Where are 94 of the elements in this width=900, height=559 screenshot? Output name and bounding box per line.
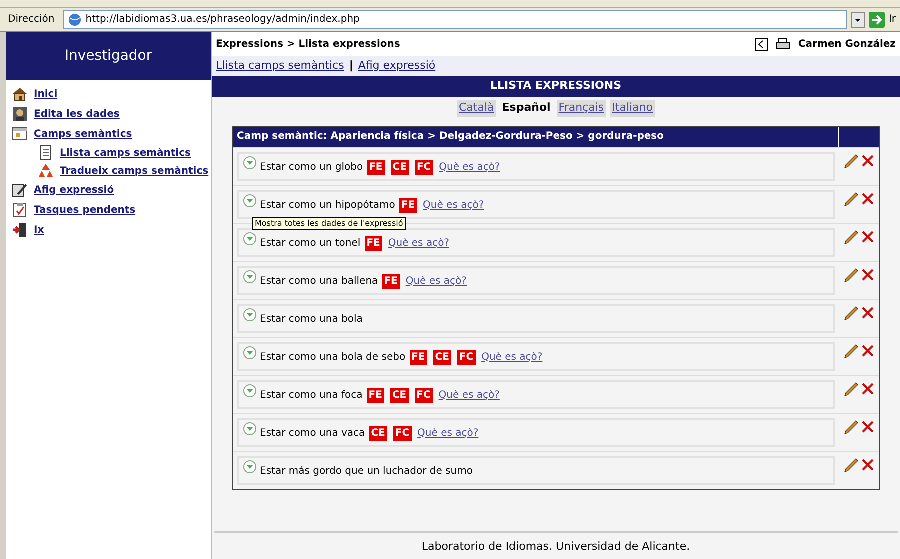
delete-icon[interactable] [860,268,874,282]
door-exit-icon [12,222,28,238]
pencil-icon[interactable] [844,420,858,434]
tag: FE [382,274,400,288]
expand-icon[interactable] [243,156,257,170]
go-button[interactable]: Ir [868,12,896,28]
expression-text: Estar como una vaca [260,426,366,440]
delete-icon[interactable] [860,306,874,320]
language-tab[interactable]: Français [556,100,606,116]
expression-text: Estar como una bola [260,312,363,326]
tag: FC [393,426,412,440]
tag: FE [410,350,428,364]
pencil-icon[interactable] [844,344,858,358]
delete-icon[interactable] [860,458,874,472]
expand-icon[interactable] [243,460,257,474]
header-link[interactable]: Afig expressió [358,58,436,74]
tag: FE [367,160,385,174]
pencil-icon[interactable] [844,230,858,244]
window-icon [12,126,28,142]
tag: FC [414,388,433,402]
tooltip: Mostra totes les dades de l'expressió [252,217,406,230]
user-name: Carmen González [798,38,896,52]
tag: FE [399,198,418,212]
expand-icon[interactable] [243,346,257,360]
tag: FC [457,350,476,364]
sidebar-header: Investigador [6,32,211,80]
recycle-icon [38,163,54,179]
address-field[interactable]: http://labidiomas3.ua.es/phraseology/admin/index.php [62,10,847,29]
language-tab[interactable]: Català [456,100,496,116]
pencil-icon[interactable] [844,306,858,320]
delete-icon[interactable] [860,230,874,244]
sidebar-link[interactable]: Inici [34,86,58,102]
header-link[interactable]: Llista camps semàntics [216,58,344,74]
separator: | [349,58,354,74]
expand-icon[interactable] [243,422,257,436]
sidebar-link[interactable]: Camps semàntics [34,126,132,142]
info-link[interactable]: Què es açò? [423,198,484,212]
expand-icon[interactable] [243,232,257,246]
footer-text: Laboratorio de Idiomas. Universidad de Alicante. [422,538,690,554]
tag: CE [433,350,452,364]
tag: CE [390,388,409,402]
tag: CE [390,160,409,174]
expand-icon[interactable] [243,270,257,284]
breadcrumb: Expressions > Llista expressions [216,38,400,52]
expression-text: Estar como un tonel [260,236,361,250]
sidebar-link[interactable]: Llista camps semàntics [60,146,191,160]
tag: FE [364,236,382,250]
printer-icon[interactable] [776,38,790,50]
tag: FE [366,388,384,402]
clipboard-icon [12,202,28,218]
sidebar-link[interactable]: Tasques pendents [34,202,136,218]
delete-icon[interactable] [860,344,874,358]
info-link[interactable]: Què es açò? [406,274,467,288]
house-icon [12,86,28,102]
expression-text: Estar más gordo que un luchador de sumo [260,464,473,478]
expand-icon[interactable] [243,308,257,322]
expression-text: Estar como un hipopótamo [260,198,396,212]
table-heading: Camp semàntic: Apariencia física > Delgadez-Gordura-Peso > gordura-peso [233,126,839,146]
pencil-icon[interactable] [844,154,858,168]
info-link[interactable]: Què es açò? [418,426,479,440]
pencil-icon[interactable] [844,382,858,396]
expression-text: Estar como una ballena [260,274,378,288]
sidebar-link[interactable]: Ix [34,222,44,238]
expand-icon[interactable] [243,384,257,398]
page-title-bar: LLISTA EXPRESSIONS [212,76,900,97]
sidebar-link[interactable]: Tradueix camps semàntics [60,164,209,178]
address-label: Dirección [7,13,56,27]
expression-text: Estar como una bola de sebo [260,350,406,364]
expand-icon[interactable] [243,194,257,208]
tag: CE [369,426,388,440]
info-link[interactable]: Què es açò? [482,350,543,364]
delete-icon[interactable] [860,382,874,396]
info-link[interactable]: Què es açò? [438,388,500,402]
delete-icon[interactable] [860,420,874,434]
delete-icon[interactable] [860,192,874,206]
info-link[interactable]: Què es açò? [388,236,450,250]
info-link[interactable]: Què es açò? [439,160,500,174]
delete-icon[interactable] [860,154,874,168]
document-icon [38,145,54,161]
globe-icon [68,12,82,26]
sidebar-link[interactable]: Edita les dades [34,106,120,122]
back-icon[interactable] [755,38,768,50]
language-tab[interactable]: Italiano [610,100,655,116]
language-tab[interactable]: Español [500,100,553,116]
pencil-icon[interactable] [844,268,858,282]
tag: FC [414,160,434,174]
expression-text: Estar como un globo [260,160,364,174]
pencil-paper-icon [12,182,28,198]
expression-text: Estar como una foca [260,388,363,402]
sidebar-link[interactable]: Afig expressió [34,182,114,198]
pencil-icon[interactable] [844,192,858,206]
arrow-icon [868,12,885,28]
person-icon [12,106,28,122]
pencil-icon[interactable] [844,458,858,472]
